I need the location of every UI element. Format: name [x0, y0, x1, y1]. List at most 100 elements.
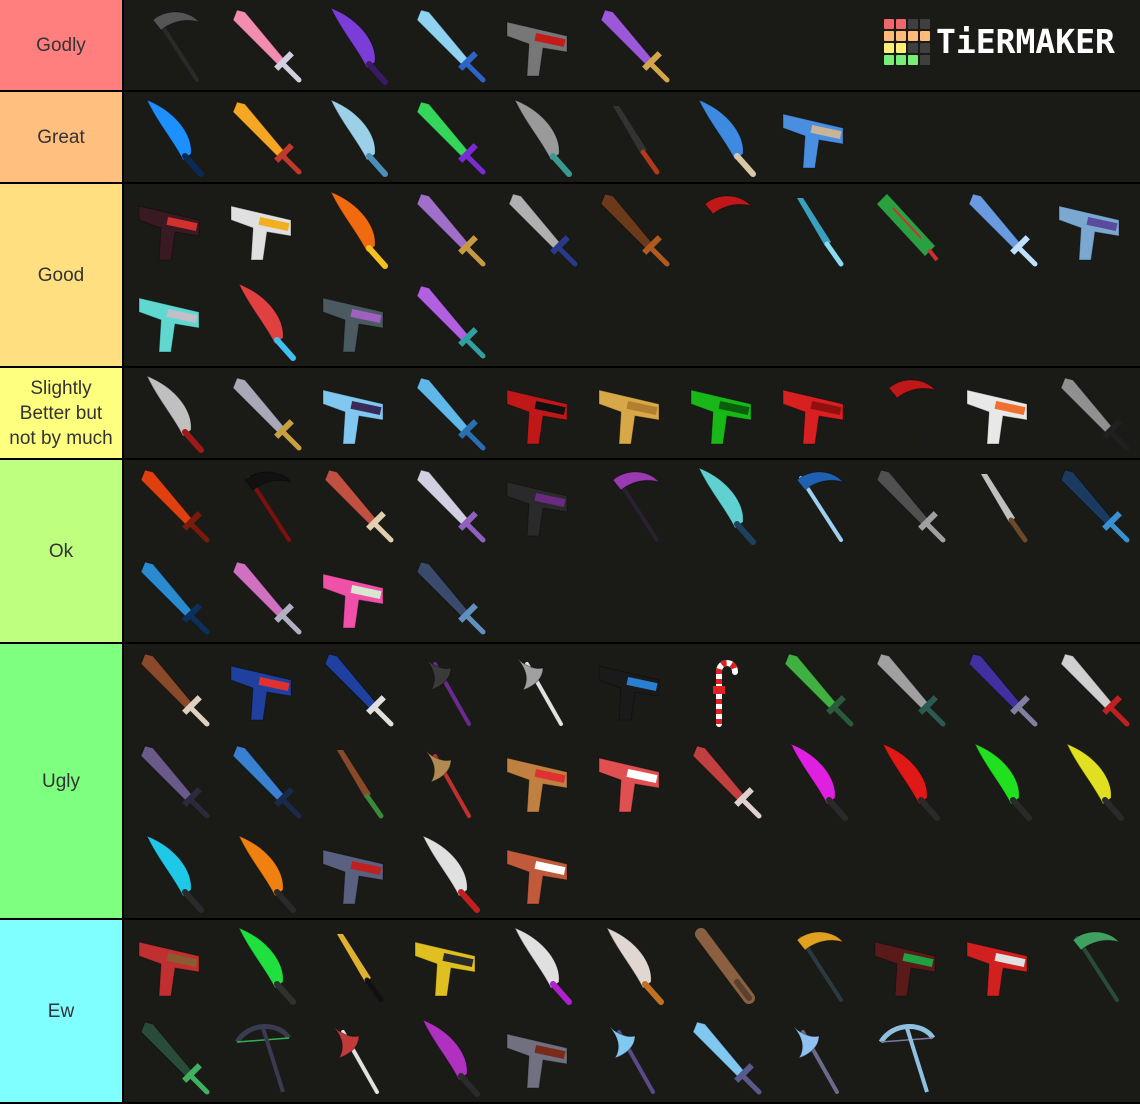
weapon-item-sword[interactable] — [127, 552, 219, 644]
weapon-item-scythe[interactable] — [219, 460, 311, 552]
weapon-item-gun[interactable] — [403, 920, 495, 1012]
weapon-item-blade[interactable] — [311, 92, 403, 184]
weapon-item-scythe[interactable] — [771, 460, 863, 552]
weapon-item-blade[interactable] — [587, 920, 679, 1012]
weapon-item-sword[interactable] — [955, 644, 1047, 736]
weapon-item-blade[interactable] — [127, 92, 219, 184]
weapon-item-sword[interactable] — [403, 92, 495, 184]
weapon-item-tree[interactable] — [863, 184, 955, 276]
weapon-item-gun[interactable] — [771, 92, 863, 184]
weapon-item-axe[interactable] — [587, 1012, 679, 1104]
weapon-item-sword[interactable] — [771, 644, 863, 736]
weapon-item-blade[interactable] — [127, 828, 219, 920]
weapon-item-sword[interactable] — [1047, 644, 1139, 736]
weapon-item-gun[interactable] — [219, 184, 311, 276]
weapon-item-gun[interactable] — [311, 368, 403, 460]
weapon-item-blade[interactable] — [679, 92, 771, 184]
weapon-item-sword[interactable] — [403, 368, 495, 460]
weapon-item-scythe[interactable] — [1047, 920, 1139, 1012]
weapon-item-gun[interactable] — [587, 644, 679, 736]
weapon-item-sword[interactable] — [679, 736, 771, 828]
weapon-item-bow[interactable] — [863, 1012, 955, 1104]
weapon-item-axe[interactable] — [495, 644, 587, 736]
weapon-item-sword[interactable] — [403, 460, 495, 552]
weapon-item-blade[interactable] — [403, 1012, 495, 1104]
weapon-item-scythe[interactable] — [771, 920, 863, 1012]
weapon-item-gun[interactable] — [311, 552, 403, 644]
tier-label[interactable]: Ew — [0, 920, 124, 1102]
weapon-item-gun[interactable] — [127, 276, 219, 368]
weapon-item-sword[interactable] — [219, 552, 311, 644]
weapon-item-knife[interactable] — [587, 92, 679, 184]
weapon-item-sword[interactable] — [219, 368, 311, 460]
weapon-item-sword[interactable] — [495, 184, 587, 276]
weapon-item-sword[interactable] — [311, 644, 403, 736]
weapon-item-sword[interactable] — [127, 736, 219, 828]
weapon-item-sword[interactable] — [679, 1012, 771, 1104]
weapon-item-gun[interactable] — [587, 736, 679, 828]
weapon-item-blade[interactable] — [219, 920, 311, 1012]
weapon-item-gun[interactable] — [495, 368, 587, 460]
weapon-item-gun[interactable] — [863, 920, 955, 1012]
weapon-item-blade[interactable] — [311, 184, 403, 276]
weapon-item-blade[interactable] — [495, 92, 587, 184]
weapon-item-cane[interactable] — [679, 644, 771, 736]
weapon-item-gun[interactable] — [127, 920, 219, 1012]
weapon-item-gun[interactable] — [127, 184, 219, 276]
weapon-item-sword[interactable] — [219, 0, 311, 92]
weapon-item-sword[interactable] — [587, 184, 679, 276]
weapon-item-blade[interactable] — [403, 828, 495, 920]
weapon-item-sword[interactable] — [863, 460, 955, 552]
weapon-item-knife[interactable] — [311, 736, 403, 828]
weapon-item-knife[interactable] — [311, 920, 403, 1012]
weapon-item-knife[interactable] — [955, 460, 1047, 552]
weapon-item-sword[interactable] — [219, 736, 311, 828]
weapon-item-gun[interactable] — [495, 0, 587, 92]
tier-label[interactable]: Slightly Better but not by much — [0, 368, 124, 458]
weapon-item-bat[interactable] — [679, 920, 771, 1012]
weapon-item-gun[interactable] — [587, 368, 679, 460]
weapon-item-axe[interactable] — [771, 1012, 863, 1104]
weapon-item-sword[interactable] — [403, 276, 495, 368]
weapon-item-sword[interactable] — [863, 644, 955, 736]
weapon-item-scythe[interactable] — [679, 184, 771, 276]
weapon-item-gun[interactable] — [771, 368, 863, 460]
weapon-item-gun[interactable] — [219, 644, 311, 736]
tier-label[interactable]: Ok — [0, 460, 124, 642]
weapon-item-blade[interactable] — [219, 276, 311, 368]
weapon-item-blade[interactable] — [495, 920, 587, 1012]
weapon-item-blade[interactable] — [679, 460, 771, 552]
weapon-item-knife[interactable] — [771, 184, 863, 276]
weapon-item-sword[interactable] — [127, 1012, 219, 1104]
weapon-item-axe[interactable] — [403, 736, 495, 828]
weapon-item-blade[interactable] — [311, 0, 403, 92]
weapon-item-gun[interactable] — [1047, 184, 1139, 276]
weapon-item-gun[interactable] — [495, 828, 587, 920]
weapon-item-bow[interactable] — [219, 1012, 311, 1104]
weapon-item-gun[interactable] — [955, 368, 1047, 460]
weapon-item-sword[interactable] — [311, 460, 403, 552]
tier-label[interactable]: Good — [0, 184, 124, 366]
weapon-item-gun[interactable] — [495, 460, 587, 552]
weapon-item-blade[interactable] — [127, 368, 219, 460]
weapon-item-gun[interactable] — [495, 736, 587, 828]
weapon-item-sword[interactable] — [403, 0, 495, 92]
weapon-item-gun[interactable] — [679, 368, 771, 460]
tier-label[interactable]: Ugly — [0, 644, 124, 918]
tier-label[interactable]: Godly — [0, 0, 124, 90]
weapon-item-sword[interactable] — [1047, 368, 1139, 460]
weapon-item-gun[interactable] — [311, 276, 403, 368]
tier-label[interactable]: Great — [0, 92, 124, 182]
weapon-item-blade[interactable] — [863, 736, 955, 828]
weapon-item-sword[interactable] — [403, 552, 495, 644]
weapon-item-scythe[interactable] — [127, 0, 219, 92]
weapon-item-sword[interactable] — [587, 0, 679, 92]
weapon-item-gun[interactable] — [311, 828, 403, 920]
weapon-item-sword[interactable] — [127, 460, 219, 552]
weapon-item-sword[interactable] — [219, 92, 311, 184]
weapon-item-blade[interactable] — [219, 828, 311, 920]
weapon-item-axe[interactable] — [403, 644, 495, 736]
weapon-item-blade[interactable] — [1047, 736, 1139, 828]
weapon-item-axe[interactable] — [311, 1012, 403, 1104]
weapon-item-gun[interactable] — [495, 1012, 587, 1104]
